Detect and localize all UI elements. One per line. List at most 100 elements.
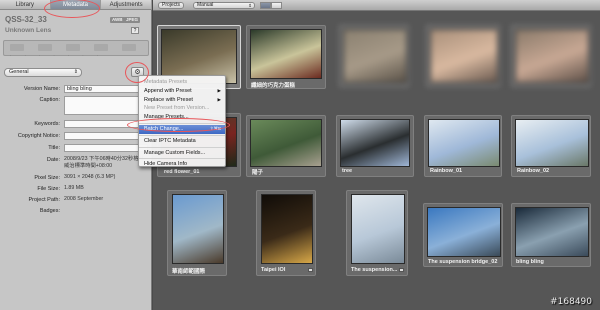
tab-adjustments[interactable]: Adjustments [101,0,153,9]
menu-item-label: Batch Change... [144,125,184,132]
thumbnail-cell[interactable]: Rainbow_01 [424,115,502,177]
thumbnail-image [427,207,501,257]
chevron-updown-icon: ⇕ [73,69,78,75]
white-balance-badge: AWB [110,17,125,23]
inspector-tabs: Library Metadata Adjustments [0,0,153,10]
thumbnail-image [172,194,224,264]
thumbnail-image [515,207,589,257]
thumbnail-image [340,119,410,167]
exif-info-bar: · · · · · · · [3,40,149,58]
projects-label: Projects [162,2,181,8]
field-label: Copyright Notice: [17,133,60,139]
thumbnail-caption: Rainbow_01 [430,168,463,174]
list-view-button[interactable] [271,2,282,9]
menu-item: Metadata Presets [139,78,225,87]
keywords-input[interactable] [64,120,148,128]
thumbnail-cell[interactable]: Rainbow_02 [511,115,591,177]
thumbnail-caption: tree [342,168,353,174]
thumbnail-image [250,29,322,79]
menu-item-label: Hide Camera Info [144,161,188,168]
thumbnail-cell[interactable]: 纖細的巧克力蛋糕 [246,25,326,89]
menu-item[interactable]: Replace with Preset ▶ [139,96,225,105]
field-label: Badges: [39,208,60,214]
tab-library[interactable]: Library [0,0,51,9]
thumbnail-image [351,194,405,264]
thumbnail-caption: The suspension... [351,267,397,273]
menu-item[interactable]: Append with Preset ▶ [139,87,225,96]
menu-item[interactable]: Manage Presets... [139,113,225,122]
menu-item-label: Manage Custom Fields... [144,149,206,156]
submenu-arrow-icon: ▶ [217,87,221,93]
thumbnail-caption: 纖細的巧克力蛋糕 [251,83,296,89]
thumbnail-cell[interactable]: 陽子 [246,115,326,177]
metadata-view-value: General [9,69,29,75]
submenu-arrow-icon: ▶ [217,96,221,102]
title-input[interactable] [64,144,148,152]
chevron-updown-icon: ⇕ [248,3,252,8]
menu-item-label: Replace with Preset [144,96,193,103]
thumbnail-cell[interactable]: tree [336,115,414,177]
menu-shortcut: ⇧⌘B [209,125,221,131]
thumbnail-cell[interactable]: Taipei IOI [256,190,316,276]
project-path-value: 2008 September [64,196,104,202]
version-badge [308,268,313,272]
menu-separator [139,122,225,124]
exif-cell [38,44,52,51]
thumbnail-caption: 陽子 [252,170,264,176]
menu-separator [139,146,225,148]
thumbnail-caption: red flower_01 [164,169,200,175]
thumbnail-image [515,29,589,83]
thumbnail-cell[interactable] [339,25,409,87]
menu-item[interactable]: Manage Custom Fields... [139,149,225,158]
thumbnail-caption: Taipei IOI [261,267,286,273]
projects-button[interactable]: Projects [158,2,185,9]
thumbnail-cell[interactable] [426,25,500,87]
menu-item[interactable]: Clear IPTC Metadata [139,137,225,146]
thumbnail-caption: The suspension bridge_02 [428,259,498,265]
aperture-window: Library Metadata Adjustments QSS-32_33 U… [0,0,600,310]
menu-item[interactable]: Batch Change... ⇧⌘B [139,124,225,134]
thumbnail-cell[interactable]: The suspension... [346,190,408,276]
thumbnail-caption: bling bling [516,259,544,265]
file-size-value: 1.89 MB [64,185,84,191]
thumbnail-image [261,194,313,264]
menu-separator [139,158,225,160]
exif-cell [66,44,80,51]
grid-view-button[interactable] [260,2,271,9]
sort-select[interactable]: Manual ⇕ [193,2,255,9]
copyright-input[interactable] [64,132,148,140]
menu-item-label: Clear IPTC Metadata [144,137,196,144]
field-label: Date: [46,157,60,163]
version-name-input[interactable]: bling bling [64,85,148,93]
help-button[interactable]: ? [131,27,139,34]
thumbnail-caption: Rainbow_02 [517,168,550,174]
thumbnail-image [250,119,322,167]
file-type-badge: JPEG [124,17,141,23]
thumbnail-image [515,119,589,167]
metadata-view-select[interactable]: General ⇕ [4,68,82,77]
metadata-action-menu: Metadata Presets Append with Preset ▶ Repla… [138,75,226,167]
metadata-inspector: Library Metadata Adjustments QSS-32_33 U… [0,0,153,310]
thumbnail-cell[interactable]: bling bling [511,203,591,267]
menu-item: New Preset from Version... [139,104,225,113]
date-value: 2008/9/23 下午06時40分32秒格林威治標準時間+08:00 [64,156,144,169]
thumbnail-caption: 華南師範國際 [172,269,206,275]
thumbnail-image [343,29,407,83]
browser-toolbar: Projects Manual ⇕ [153,0,600,11]
field-label: File Size: [37,186,60,192]
thumbnail-cell[interactable] [511,25,591,87]
field-label: Pixel Size: [34,175,60,181]
tab-metadata[interactable]: Metadata [50,0,102,9]
thumbnail-cell[interactable]: 華南師範國際 [167,190,227,276]
menu-separator [139,134,225,136]
thumbnail-image [430,29,498,83]
menu-item-label: Metadata Presets [144,79,188,85]
field-label: Project Path: [28,197,61,203]
caption-input[interactable] [64,96,148,115]
menu-item[interactable]: Hide Camera Info [139,160,225,169]
thumbnail-cell[interactable]: The suspension bridge_02 [423,203,503,267]
pixel-size-value: 3091 × 2048 (6.3 MP) [64,174,116,180]
field-label: Title: [48,145,60,151]
field-label: Version Name: [23,86,60,92]
sort-value: Manual [197,2,214,8]
